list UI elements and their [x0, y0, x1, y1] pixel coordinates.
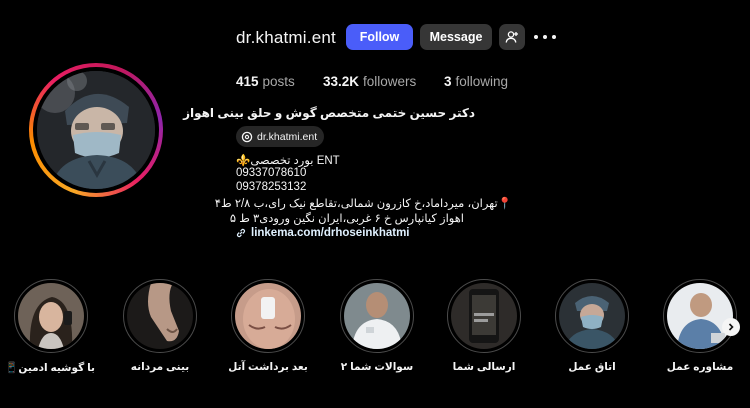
- followers-count[interactable]: 33.2K followers: [323, 74, 416, 89]
- profile-full-name: دکتر حسین ختمی متخصص گوش و حلق بینی اهوا…: [183, 106, 475, 120]
- message-button[interactable]: Message: [420, 24, 492, 50]
- following-number: 3: [444, 74, 452, 89]
- highlight-item[interactable]: ارسالی شما: [440, 279, 528, 373]
- chevron-right-icon: [728, 323, 734, 331]
- suggest-user-icon: [505, 31, 518, 43]
- profile-avatar-ring[interactable]: [29, 63, 163, 197]
- posts-count: 415 posts: [236, 74, 295, 89]
- highlight-item[interactable]: سوالات شما ۲: [333, 279, 421, 373]
- posts-label: posts: [262, 74, 295, 89]
- highlight-item[interactable]: بعد برداشت آتل: [224, 279, 312, 373]
- highlight-ring: [123, 279, 197, 353]
- threads-badge[interactable]: dr.khatmi.ent: [236, 126, 325, 147]
- profile-link-text: linkema.com/drhoseinkhatmi: [251, 227, 410, 239]
- bio-address-ahvaz: اهواز کیانپارس خ ۶ غربی،ایران نگین ورودی…: [229, 213, 464, 225]
- followers-label: followers: [363, 74, 417, 89]
- highlight-cover: [451, 283, 517, 349]
- highlights-next-button[interactable]: [722, 318, 740, 336]
- highlight-label: سوالات شما ۲: [340, 361, 414, 373]
- threads-handle: dr.khatmi.ent: [257, 130, 318, 143]
- profile-link[interactable]: linkema.com/drhoseinkhatmi: [236, 227, 410, 239]
- highlight-item[interactable]: اتاق عمل: [548, 279, 636, 373]
- highlight-item[interactable]: با گوشیه ادمین📱: [5, 279, 95, 374]
- highlight-ring: [340, 279, 414, 353]
- follow-button[interactable]: Follow: [346, 24, 413, 50]
- highlight-ring: [447, 279, 521, 353]
- highlight-cover: [559, 283, 625, 349]
- highlight-cover: [235, 283, 301, 349]
- highlight-ring: [663, 279, 737, 353]
- highlight-ring: [14, 279, 88, 353]
- highlight-ring: [231, 279, 305, 353]
- following-count[interactable]: 3 following: [444, 74, 508, 89]
- link-icon: [236, 228, 246, 238]
- highlight-label: مشاوره عمل: [666, 361, 734, 373]
- followers-number: 33.2K: [323, 74, 360, 89]
- bio-phone-1: 09337078610: [236, 167, 307, 179]
- following-label: following: [455, 74, 509, 89]
- highlight-cover: [127, 283, 193, 349]
- avatar-border: [33, 67, 159, 193]
- highlight-cover: [667, 283, 733, 349]
- bio-title: ⚜️بورد تخصصی ENT: [236, 155, 340, 167]
- suggested-users-button[interactable]: [499, 24, 525, 50]
- threads-icon: [241, 131, 253, 142]
- avatar: [37, 71, 155, 189]
- highlight-label: ارسالی شما: [452, 361, 516, 373]
- highlight-label: اتاق عمل: [568, 361, 616, 373]
- highlight-label: با گوشیه ادمین📱: [5, 362, 95, 374]
- bio-phone-2: 09378253132: [236, 181, 307, 193]
- highlight-label: بینی مردانه: [130, 361, 190, 373]
- highlight-cover: [18, 283, 84, 349]
- more-options-icon[interactable]: [534, 26, 556, 48]
- avatar-photo: [37, 71, 155, 189]
- profile-username: dr.khatmi.ent: [236, 28, 336, 47]
- bio-address-tehran: 📍تهران، میرداماد،خ کازرون شمالی،تقاطع نی…: [214, 198, 512, 210]
- highlight-cover: [344, 283, 410, 349]
- highlight-item[interactable]: بینی مردانه: [116, 279, 204, 373]
- highlight-ring: [555, 279, 629, 353]
- posts-number: 415: [236, 74, 259, 89]
- highlight-label: بعد برداشت آتل: [228, 361, 308, 373]
